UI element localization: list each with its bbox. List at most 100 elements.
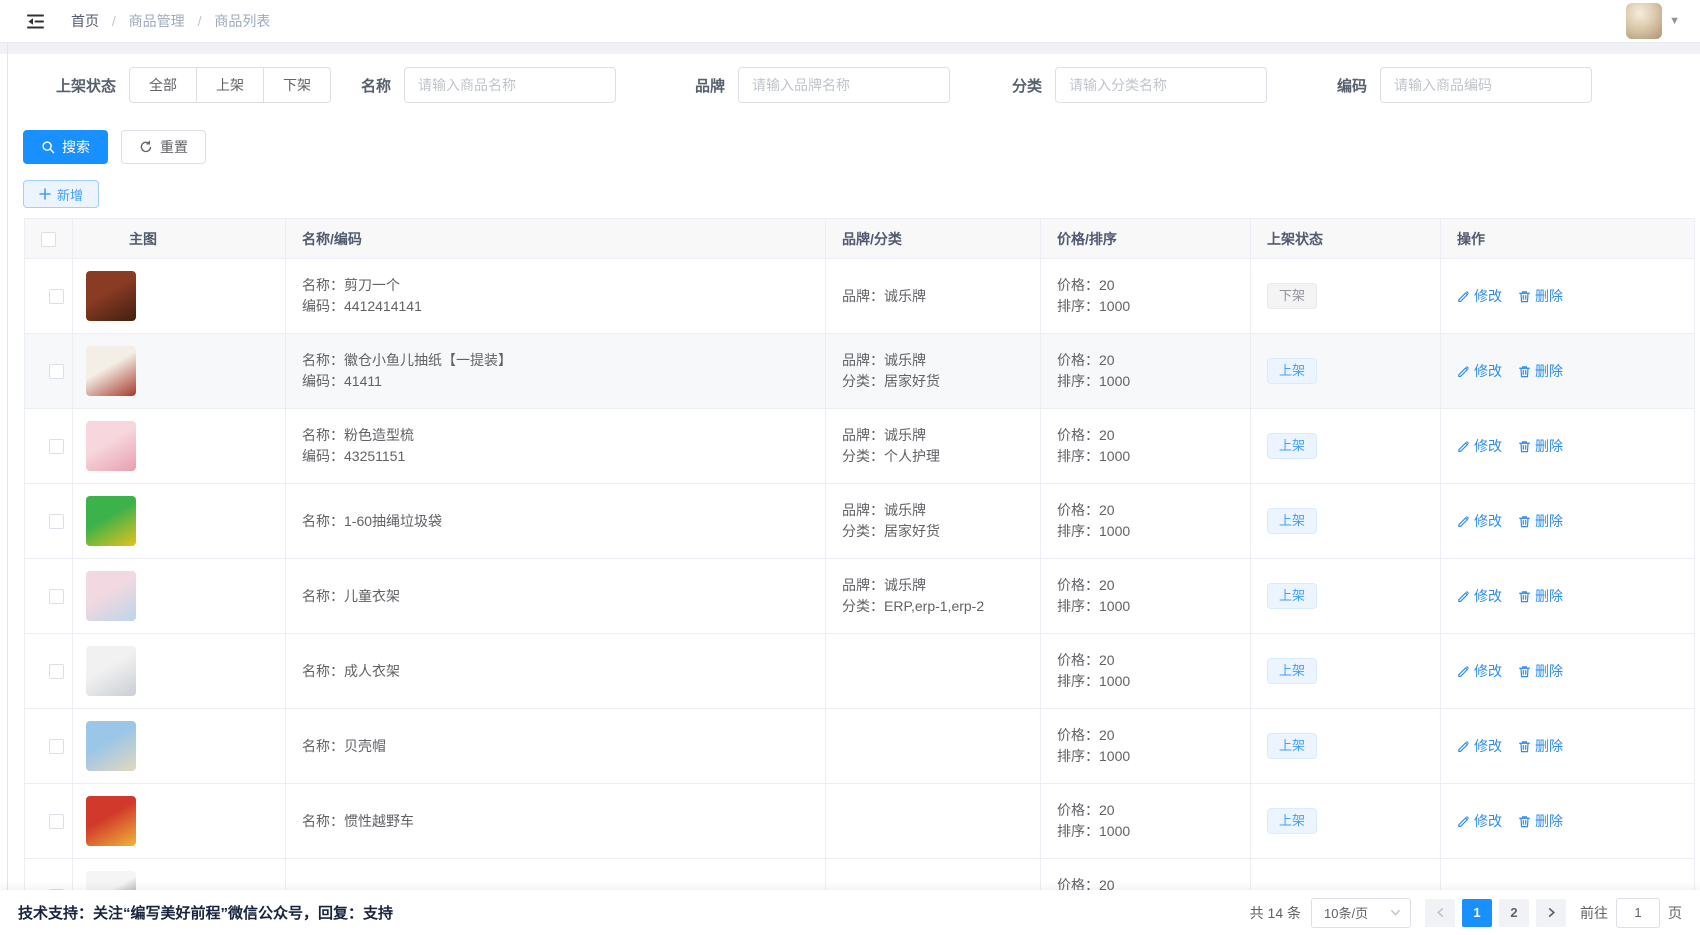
category-label: 分类：	[842, 373, 884, 389]
topbar: 首页 / 商品管理 / 商品列表 ▼	[0, 0, 1700, 42]
edit-button[interactable]: 修改	[1457, 511, 1502, 531]
field-line: 排序：1000	[1057, 371, 1250, 392]
delete-button[interactable]: 删除	[1518, 511, 1563, 531]
category-label: 分类：	[842, 448, 884, 464]
user-avatar[interactable]	[1626, 3, 1662, 39]
code-label: 编码：	[302, 298, 344, 314]
delete-button[interactable]: 删除	[1518, 811, 1563, 831]
brand-value: 诚乐牌	[884, 577, 926, 593]
brand-value: 诚乐牌	[884, 352, 926, 368]
field-line: 编码：41411	[302, 371, 825, 392]
sort-label: 排序：	[1057, 673, 1099, 689]
delete-button[interactable]: 删除	[1518, 736, 1563, 756]
edit-button[interactable]: 修改	[1457, 286, 1502, 306]
add-label: 新增	[57, 185, 83, 204]
edit-button[interactable]: 修改	[1457, 586, 1502, 606]
edit-label: 修改	[1474, 586, 1502, 606]
breadcrumb-separator: /	[112, 13, 116, 29]
brand-filter-label: 品牌	[695, 75, 725, 96]
category-filter-input[interactable]	[1055, 67, 1267, 103]
delete-label: 删除	[1535, 511, 1563, 531]
name-filter-input[interactable]	[404, 67, 616, 103]
row-checkbox[interactable]	[49, 439, 64, 454]
name-filter-label: 名称	[361, 75, 391, 96]
goto-label: 前往	[1580, 903, 1608, 923]
reset-button[interactable]: 重置	[121, 130, 206, 164]
product-list-page: 首页 / 商品管理 / 商品列表 ▼ 上架状态 全部 上架 下架 名称 品牌	[0, 0, 1700, 935]
name-value: 儿童衣架	[344, 588, 400, 604]
brand-value: 诚乐牌	[884, 288, 926, 304]
row-checkbox[interactable]	[49, 514, 64, 529]
status-option-on[interactable]: 上架	[197, 67, 264, 103]
row-checkbox[interactable]	[49, 589, 64, 604]
edit-button[interactable]: 修改	[1457, 736, 1502, 756]
edit-button[interactable]: 修改	[1457, 436, 1502, 456]
name-value: 贝壳帽	[344, 738, 386, 754]
add-product-button[interactable]: 新增	[23, 180, 99, 208]
trash-icon	[1518, 590, 1531, 603]
price-label: 价格：	[1057, 577, 1099, 593]
price-value: 20	[1099, 502, 1115, 518]
row-checkbox[interactable]	[49, 664, 64, 679]
pen-icon	[1457, 815, 1470, 828]
select-all-checkbox[interactable]	[41, 232, 56, 247]
sort-value: 1000	[1099, 598, 1130, 614]
delete-button[interactable]: 删除	[1518, 661, 1563, 681]
trash-icon	[1518, 815, 1531, 828]
field-line: 品牌：诚乐牌	[842, 575, 1040, 596]
page-unit-label: 页	[1668, 903, 1682, 923]
trash-icon	[1518, 740, 1531, 753]
row-checkbox[interactable]	[49, 289, 64, 304]
prev-page-button[interactable]	[1425, 899, 1455, 927]
category-label: 分类：	[842, 523, 884, 539]
price-label: 价格：	[1057, 652, 1099, 668]
row-checkbox[interactable]	[49, 739, 64, 754]
row-checkbox[interactable]	[49, 364, 64, 379]
sort-label: 排序：	[1057, 523, 1099, 539]
col-header-status: 上架状态	[1251, 219, 1441, 259]
edit-button[interactable]: 修改	[1457, 361, 1502, 381]
delete-button[interactable]: 删除	[1518, 436, 1563, 456]
status-option-all[interactable]: 全部	[129, 67, 197, 103]
edit-button[interactable]: 修改	[1457, 661, 1502, 681]
field-line: 排序：1000	[1057, 671, 1250, 692]
goto-page-input[interactable]	[1616, 898, 1660, 928]
sort-label: 排序：	[1057, 823, 1099, 839]
user-menu[interactable]: ▼	[1626, 3, 1680, 39]
delete-button[interactable]: 删除	[1518, 361, 1563, 381]
sort-label: 排序：	[1057, 448, 1099, 464]
product-image	[86, 571, 136, 621]
field-line: 分类：个人护理	[842, 446, 1040, 467]
code-filter-input[interactable]	[1380, 67, 1592, 103]
page-size-select[interactable]: 10条/页	[1311, 898, 1411, 928]
sort-label: 排序：	[1057, 373, 1099, 389]
code-value: 43251151	[344, 448, 405, 464]
next-page-button[interactable]	[1536, 899, 1566, 927]
search-button[interactable]: 搜索	[23, 130, 108, 164]
page-button-1[interactable]: 1	[1462, 899, 1492, 927]
delete-button[interactable]: 删除	[1518, 586, 1563, 606]
page-button-2[interactable]: 2	[1499, 899, 1529, 927]
col-header-price-sort: 价格/排序	[1041, 219, 1251, 259]
trash-icon	[1518, 440, 1531, 453]
edit-label: 修改	[1474, 811, 1502, 831]
edit-button[interactable]: 修改	[1457, 811, 1502, 831]
name-label: 名称：	[302, 813, 344, 829]
code-label: 编码：	[302, 373, 344, 389]
table-row: 名称：儿童衣架品牌：诚乐牌分类：ERP,erp-1,erp-2价格：20排序：1…	[25, 559, 1695, 634]
status-tag: 上架	[1267, 358, 1317, 384]
pen-icon	[1457, 440, 1470, 453]
collapse-sidebar-icon[interactable]	[26, 13, 45, 30]
breadcrumb-home[interactable]: 首页	[71, 13, 99, 29]
price-value: 20	[1099, 652, 1115, 668]
footer: 技术支持：关注“编写美好前程”微信公众号，回复：支持 共 14 条 10条/页 …	[0, 890, 1700, 935]
edit-label: 修改	[1474, 736, 1502, 756]
price-value: 20	[1099, 802, 1115, 818]
row-checkbox[interactable]	[49, 814, 64, 829]
breadcrumb-product-management[interactable]: 商品管理	[129, 13, 185, 29]
delete-button[interactable]: 删除	[1518, 286, 1563, 306]
status-option-off[interactable]: 下架	[264, 67, 331, 103]
brand-filter-input[interactable]	[738, 67, 950, 103]
name-value: 成人衣架	[344, 663, 400, 679]
field-line: 分类：ERP,erp-1,erp-2	[842, 596, 1040, 617]
